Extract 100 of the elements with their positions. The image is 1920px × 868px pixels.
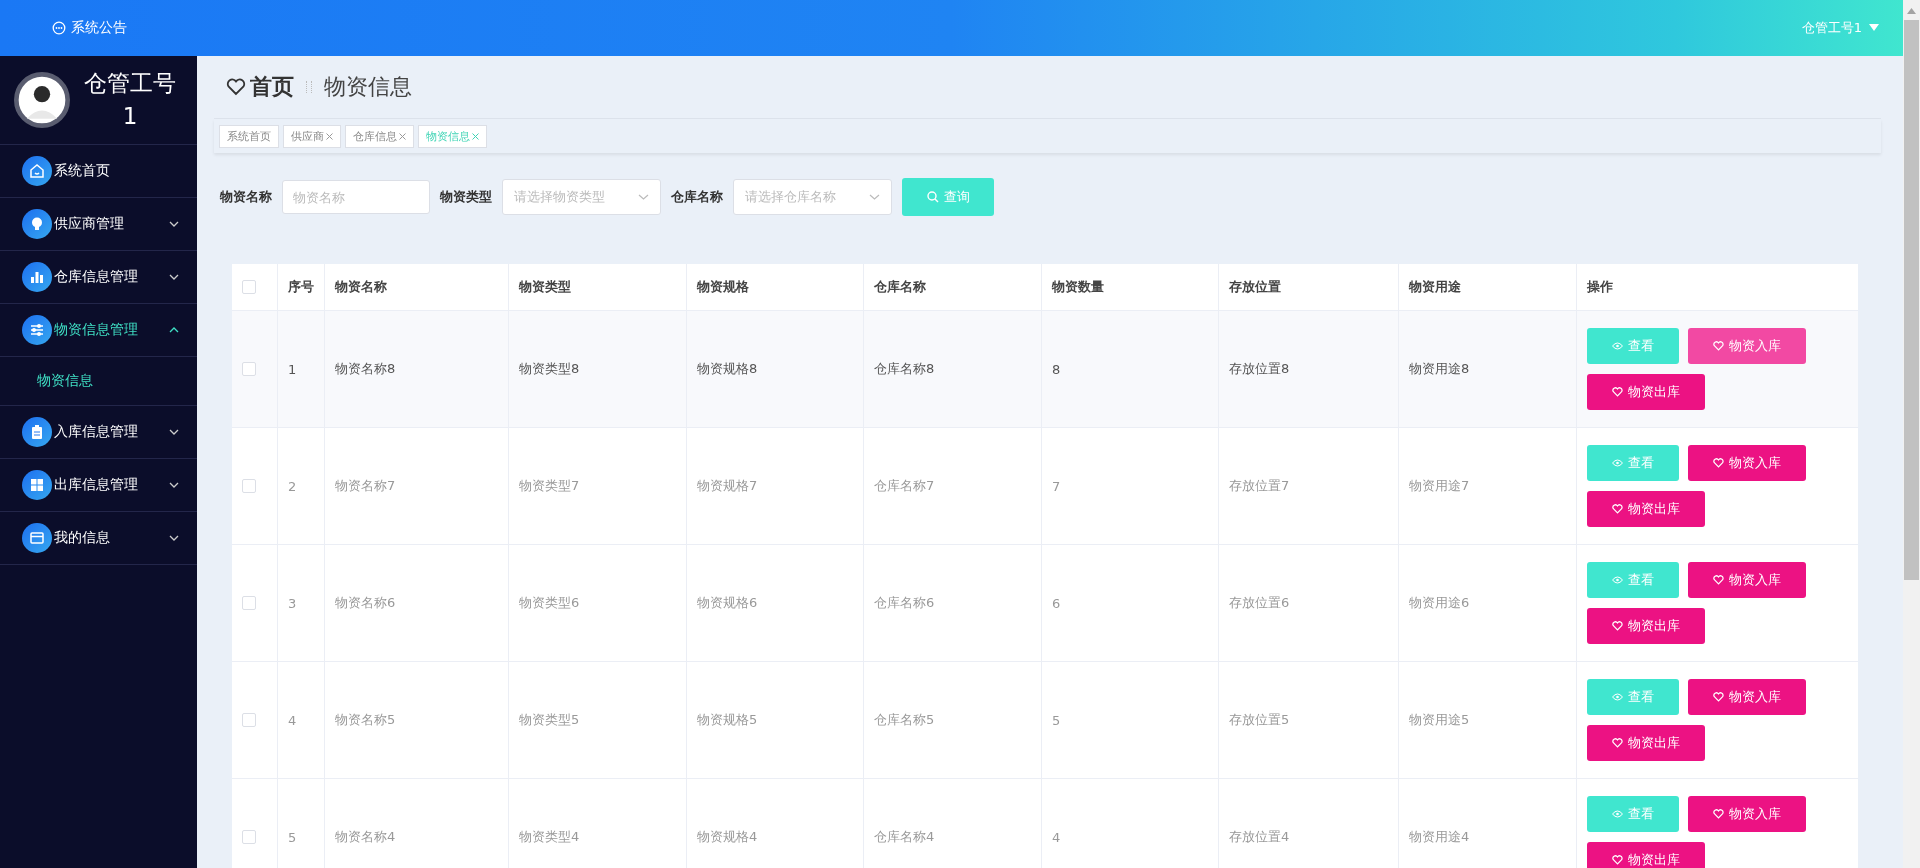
- table-cell: 物资类型5: [509, 662, 687, 778]
- heart-icon: [1713, 692, 1724, 702]
- table-cell: 存放位置8: [1219, 311, 1399, 427]
- heart-icon: [1713, 575, 1724, 585]
- chevron-icon: [169, 327, 179, 333]
- table-cell: 物资规格7: [687, 428, 864, 544]
- menu-icon: [22, 262, 52, 292]
- table-cell: 物资名称5: [325, 662, 509, 778]
- table-cell: 物资规格8: [687, 311, 864, 427]
- stock-out-button[interactable]: 物资出库: [1587, 725, 1705, 761]
- menu-item[interactable]: 出库信息管理: [0, 459, 197, 512]
- stock-in-button[interactable]: 物资入库: [1688, 328, 1806, 364]
- table-cell: 6: [1042, 545, 1219, 661]
- checkbox[interactable]: [242, 713, 256, 727]
- tab[interactable]: 仓库信息: [345, 124, 414, 148]
- heart-icon: [1713, 458, 1724, 468]
- tab[interactable]: 供应商: [283, 124, 341, 148]
- column-header: 物资名称: [325, 264, 509, 310]
- close-icon[interactable]: [472, 132, 479, 140]
- close-icon[interactable]: [399, 132, 406, 140]
- caret-icon: [1869, 24, 1879, 32]
- menu-item[interactable]: 入库信息管理: [0, 406, 197, 459]
- table-cell: 1: [278, 311, 325, 427]
- menu-icon: [22, 315, 52, 345]
- column-header: 操作: [1586, 278, 1614, 296]
- menu-icon: [22, 523, 52, 553]
- table-cell: 仓库名称7: [864, 428, 1042, 544]
- chevron-icon: [638, 194, 649, 200]
- stock-out-button[interactable]: 物资出库: [1587, 608, 1705, 644]
- heart-icon: [1713, 809, 1724, 819]
- column-header: 存放位置: [1219, 264, 1399, 310]
- table-cell: 存放位置7: [1219, 428, 1399, 544]
- checkbox[interactable]: [242, 479, 256, 493]
- menu-item[interactable]: 系统首页: [0, 145, 197, 198]
- table-cell: 4: [1042, 779, 1219, 868]
- filter-label: 仓库名称: [671, 188, 723, 206]
- menu-item[interactable]: 仓库信息管理: [0, 251, 197, 304]
- filter-label: 物资类型: [440, 188, 492, 206]
- close-icon[interactable]: [326, 132, 333, 140]
- eye-icon: [1612, 693, 1623, 701]
- column-header: 物资类型: [509, 264, 687, 310]
- menu-item[interactable]: 物资信息管理: [0, 304, 197, 357]
- stock-in-button[interactable]: 物资入库: [1688, 562, 1806, 598]
- column-header: 物资规格: [687, 264, 864, 310]
- stock-in-button[interactable]: 物资入库: [1688, 679, 1806, 715]
- table-cell: 物资用途7: [1399, 428, 1577, 544]
- menu-icon: [22, 209, 52, 239]
- table-cell: 物资用途8: [1399, 311, 1577, 427]
- stock-out-button[interactable]: 物资出库: [1587, 842, 1705, 868]
- heart-icon: [1612, 621, 1623, 631]
- menu-icon: [22, 417, 52, 447]
- menu-item[interactable]: 供应商管理: [0, 198, 197, 251]
- breadcrumb-current: 物资信息: [324, 73, 412, 101]
- chevron-icon: [169, 482, 179, 488]
- checkbox[interactable]: [242, 280, 256, 294]
- table-cell: 物资规格5: [687, 662, 864, 778]
- table-cell: 存放位置4: [1219, 779, 1399, 868]
- profile-name: 仓管工号1: [83, 69, 177, 131]
- table-cell: 物资类型8: [509, 311, 687, 427]
- column-header: 序号: [278, 264, 325, 310]
- stock-out-button[interactable]: 物资出库: [1587, 374, 1705, 410]
- table-cell: 5: [1042, 662, 1219, 778]
- checkbox[interactable]: [242, 596, 256, 610]
- tab[interactable]: 系统首页: [219, 124, 279, 148]
- chevron-icon: [169, 535, 179, 541]
- chevron-icon: [169, 429, 179, 435]
- arrow-up-icon[interactable]: [1907, 8, 1916, 14]
- table-cell: 物资名称7: [325, 428, 509, 544]
- checkbox[interactable]: [242, 362, 256, 376]
- stock-in-button[interactable]: 物资入库: [1688, 796, 1806, 832]
- column-header: 物资用途: [1399, 264, 1577, 310]
- breadcrumb-home[interactable]: 首页: [250, 72, 294, 102]
- column-header: 仓库名称: [864, 264, 1042, 310]
- table-cell: 存放位置5: [1219, 662, 1399, 778]
- eye-icon: [1612, 342, 1623, 350]
- table-cell: 物资名称8: [325, 311, 509, 427]
- input-field[interactable]: 物资名称: [282, 180, 430, 214]
- menu-icon: [22, 470, 52, 500]
- notice-link[interactable]: 系统公告: [71, 19, 127, 37]
- chevron-icon: [869, 194, 880, 200]
- table-cell: 8: [1042, 311, 1219, 427]
- menu-item[interactable]: 我的信息: [0, 512, 197, 565]
- table-cell: 物资规格6: [687, 545, 864, 661]
- chevron-icon: [169, 274, 179, 280]
- filter-label: 物资名称: [220, 188, 272, 206]
- column-header: 物资数量: [1042, 264, 1219, 310]
- chevron-icon: [169, 221, 179, 227]
- table-cell: 物资名称6: [325, 545, 509, 661]
- heart-icon: [1612, 504, 1623, 514]
- scrollbar[interactable]: [1903, 0, 1920, 868]
- table-cell: 4: [278, 662, 325, 778]
- table-cell: 存放位置6: [1219, 545, 1399, 661]
- table-cell: 物资规格4: [687, 779, 864, 868]
- avatar: [14, 72, 70, 128]
- search-icon: [926, 191, 939, 203]
- stock-out-button[interactable]: 物资出库: [1587, 491, 1705, 527]
- checkbox[interactable]: [242, 830, 256, 844]
- heart-icon: [1612, 738, 1623, 748]
- table-cell: 5: [278, 779, 325, 868]
- stock-in-button[interactable]: 物资入库: [1688, 445, 1806, 481]
